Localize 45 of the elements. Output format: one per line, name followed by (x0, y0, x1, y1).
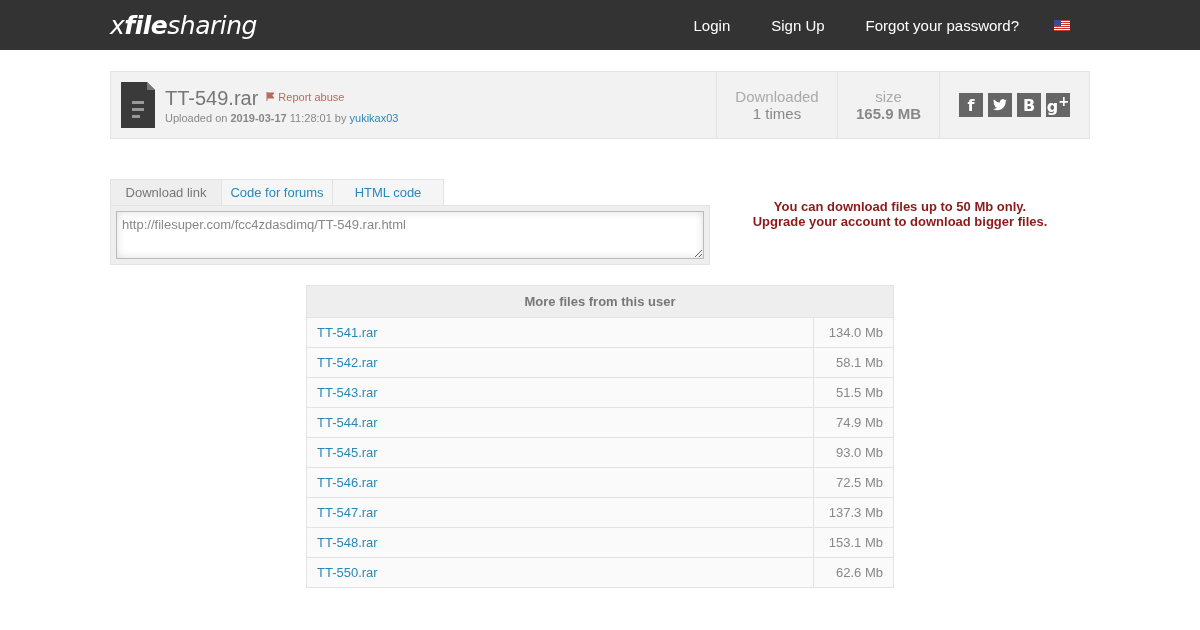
logo[interactable]: xfilesharing (110, 10, 257, 40)
size-cell: 62.6 Mb (813, 557, 894, 588)
share-button[interactable] (988, 93, 1012, 117)
tab[interactable]: Download link (110, 179, 222, 205)
nav-link[interactable]: Sign Up (771, 16, 825, 34)
size-cell: 51.5 Mb (813, 377, 894, 408)
share-button[interactable]: g$^{+}$ (1046, 93, 1070, 117)
bird-icon (993, 99, 1007, 111)
document-icon (121, 82, 155, 128)
size-cell: 134.0 Mb (813, 317, 894, 348)
flag-icon (266, 92, 276, 101)
tab[interactable]: Code for forums (221, 179, 333, 205)
file-link[interactable]: TT-547.rar (317, 505, 378, 520)
link-field[interactable]: http://filesuper.com/fcc4zdasdimq/TT-549.rar.html (116, 211, 704, 259)
file-link[interactable]: TT-550.rar (317, 565, 378, 580)
file-link[interactable]: TT-546.rar (317, 475, 378, 490)
report-abuse-link[interactable]: Report abuse (266, 90, 345, 103)
limit-notice: Upgrade your account to download bigger files. (752, 214, 1048, 229)
limit-notice: You can download files up to 50 Mb only. (773, 199, 1027, 214)
size-cell: 58.1 Mb (813, 347, 894, 378)
file-link[interactable]: TT-541.rar (317, 325, 378, 340)
file-link[interactable]: TT-545.rar (317, 445, 378, 460)
upload-info: Uploaded on 2019-03-17 11:28:01 by yukikax03 (165, 111, 399, 124)
size-cell: 72.5 Mb (813, 467, 894, 498)
file-link[interactable]: TT-548.rar (317, 535, 378, 550)
nav-link[interactable]: Login (693, 16, 731, 34)
user-link[interactable]: yukikax03 (349, 111, 399, 124)
stat-label: size (875, 88, 902, 105)
stat-value: 1 times (752, 105, 802, 122)
table-header: More files from this user (306, 285, 894, 318)
tab[interactable]: HTML code (332, 179, 444, 205)
share-button[interactable]: B (1017, 93, 1041, 117)
size-cell: 153.1 Mb (813, 527, 894, 558)
file-link[interactable]: TT-542.rar (317, 355, 378, 370)
size-cell: 137.3 Mb (813, 497, 894, 528)
file-name: TT-549.rar (165, 86, 259, 110)
size-cell: 93.0 Mb (813, 437, 894, 468)
file-link[interactable]: TT-543.rar (317, 385, 378, 400)
share-button[interactable]: f (959, 93, 983, 117)
size-cell: 74.9 Mb (813, 407, 894, 438)
stat-value: 165.9 MB (855, 105, 921, 122)
nav-link[interactable]: Forgot your password? (865, 16, 1019, 34)
stat-label: Downloaded (735, 88, 819, 105)
file-link[interactable]: TT-544.rar (317, 415, 378, 430)
flag-icon[interactable] (1054, 19, 1070, 31)
